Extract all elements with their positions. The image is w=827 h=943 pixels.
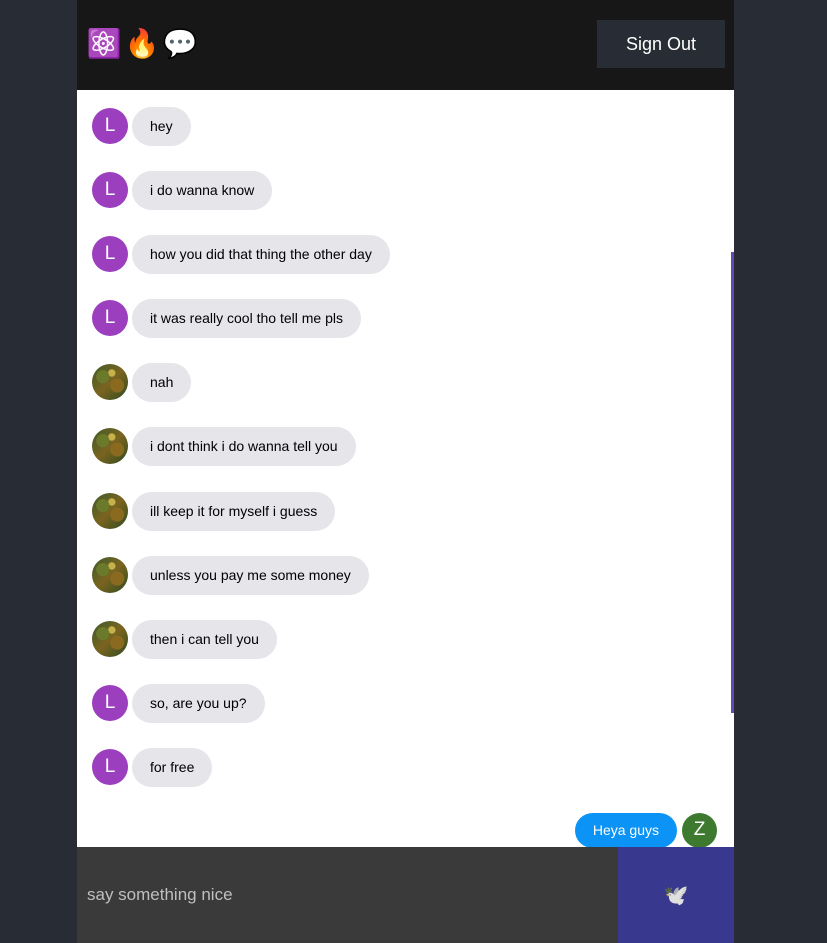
header: ⚛️ 🔥 💬 Sign Out <box>77 0 734 90</box>
avatar: L <box>92 172 128 208</box>
chat-app: ⚛️ 🔥 💬 Sign Out L hey L i do wanna know … <box>77 0 734 943</box>
avatar-image <box>92 621 128 657</box>
avatar: L <box>92 300 128 336</box>
avatar: Z <box>682 812 717 848</box>
message-bubble: so, are you up? <box>132 683 265 723</box>
atom-icon: ⚛️ <box>86 28 122 59</box>
avatar: L <box>92 749 128 785</box>
avatar-image <box>92 557 128 593</box>
message-bubble: for free <box>132 747 213 787</box>
message-row: L it was really cool tho tell me pls <box>92 298 361 338</box>
fire-icon: 🔥 <box>124 28 160 59</box>
avatar: L <box>92 685 128 721</box>
avatar: L <box>92 108 128 144</box>
avatar-image <box>92 428 128 464</box>
message-form: 🕊️ <box>77 847 734 943</box>
message-row: ill keep it for myself i guess <box>92 491 336 531</box>
sign-out-button[interactable]: Sign Out <box>597 20 725 68</box>
message-row: i dont think i do wanna tell you <box>92 426 356 466</box>
message-bubble: then i can tell you <box>132 619 277 659</box>
message-bubble: nah <box>132 362 192 402</box>
message-row: then i can tell you <box>92 619 277 659</box>
message-row: L so, are you up? <box>92 683 265 723</box>
logo-row: ⚛️ 🔥 💬 <box>86 26 198 62</box>
message-bubble: i do wanna know <box>132 170 273 210</box>
avatar-image <box>92 364 128 400</box>
message-row: L i do wanna know <box>92 170 273 210</box>
message-bubble: how you did that thing the other day <box>132 234 390 274</box>
avatar-image <box>92 493 128 529</box>
message-row: nah <box>92 362 192 402</box>
dove-icon: 🕊️ <box>663 884 689 907</box>
message-bubble: unless you pay me some money <box>132 555 369 595</box>
message-row: L how you did that thing the other day <box>92 234 390 274</box>
send-button[interactable]: 🕊️ <box>618 847 734 943</box>
message-row: unless you pay me some money <box>92 555 369 595</box>
sent-message-row: Heya guys Z <box>574 810 717 850</box>
message-input[interactable] <box>77 847 618 943</box>
speech-bubble-icon: 💬 <box>162 28 198 59</box>
message-row: L for free <box>92 747 213 787</box>
message-bubble: i dont think i do wanna tell you <box>132 426 356 466</box>
message-bubble: it was really cool tho tell me pls <box>132 298 361 338</box>
avatar: L <box>92 236 128 272</box>
message-list[interactable]: L hey L i do wanna know L how you did th… <box>77 90 734 850</box>
sent-message-bubble: Heya guys <box>574 812 677 848</box>
message-row: L hey <box>92 106 191 146</box>
message-bubble: ill keep it for myself i guess <box>132 491 336 531</box>
scrollbar-thumb[interactable] <box>731 252 734 713</box>
message-bubble: hey <box>132 106 191 146</box>
